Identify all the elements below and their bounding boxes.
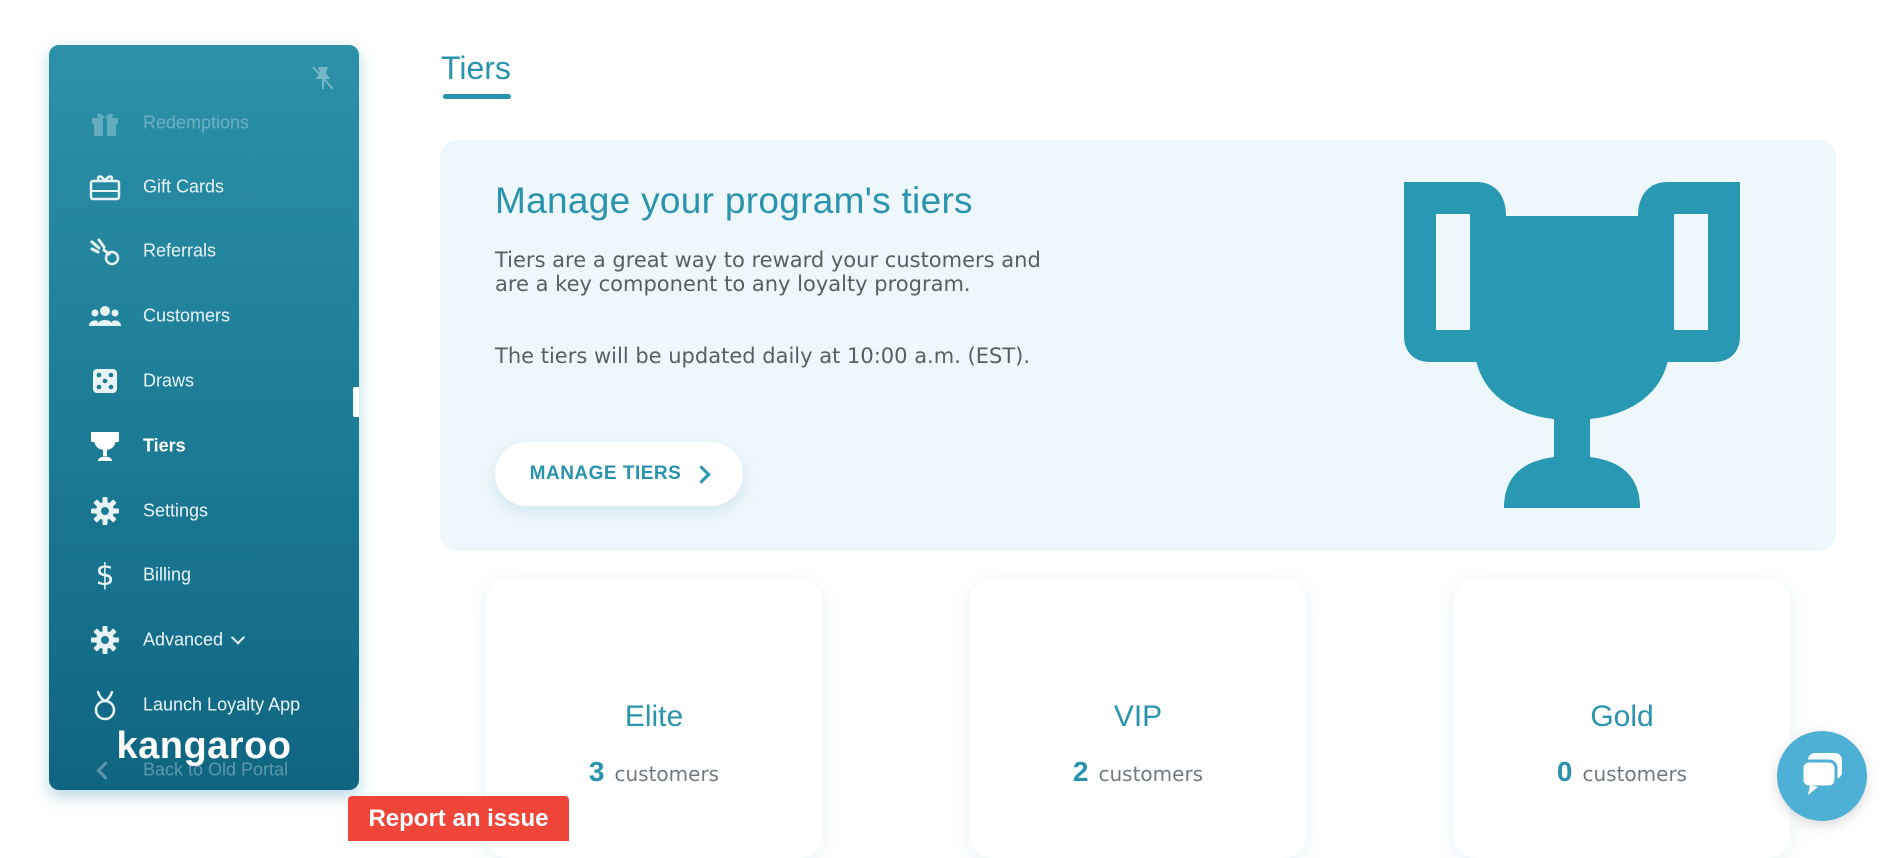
sidebar-item-launch-loyalty-app[interactable]: Launch Loyalty App (49, 680, 359, 730)
advanced-label: Advanced (143, 629, 224, 650)
sidebar-item-label: Settings (143, 500, 209, 521)
tier-count: 0 (1556, 756, 1573, 787)
sidebar-item-label: Billing (143, 564, 192, 585)
hero-title: Manage your program's tiers (495, 180, 973, 221)
tier-count: 2 (1072, 756, 1089, 787)
sidebar-item-label: Customers (143, 305, 231, 326)
gear-icon (89, 624, 121, 656)
manage-tiers-button[interactable]: MANAGE TIERS (495, 442, 743, 506)
sidebar-item-label: Redemptions (143, 112, 250, 133)
chat-icon (1798, 751, 1846, 801)
manage-tiers-label: MANAGE TIERS (529, 463, 682, 484)
sidebar-item-label: Draws (143, 370, 195, 391)
tiers-hero-card: Manage your program's tiers Tiers are a … (440, 140, 1836, 551)
referrals-icon (89, 235, 121, 267)
kangaroo-app-icon (89, 689, 121, 721)
active-indicator (353, 387, 359, 417)
users-icon (89, 300, 121, 332)
gift-card-icon (89, 171, 121, 203)
sidebar-item-gift-cards[interactable]: Gift Cards (49, 162, 359, 212)
tier-unit: customers (1098, 762, 1204, 786)
tier-card-vip[interactable]: VIP 2 customers (970, 578, 1306, 858)
sidebar-item-draws[interactable]: Draws (49, 356, 359, 406)
sidebar-item-referrals[interactable]: Referrals (49, 226, 359, 276)
sidebar-item-settings[interactable]: Settings (49, 486, 359, 536)
sidebar-item-customers[interactable]: Customers (49, 291, 359, 341)
tier-customer-count: 3 customers (486, 756, 822, 788)
trophy-icon (89, 430, 121, 462)
gear-icon (89, 495, 121, 527)
kangaroo-logo: kangaroo (116, 725, 292, 767)
sidebar-item-tiers[interactable]: Tiers (49, 421, 359, 471)
tier-unit: customers (614, 762, 720, 786)
hero-description: Tiers are a great way to reward your cus… (495, 248, 1041, 296)
chat-launcher-button[interactable] (1777, 731, 1867, 821)
sidebar-item-billing[interactable]: $ Billing (49, 550, 359, 600)
sidebar-item-label: Launch Loyalty App (143, 694, 301, 715)
tier-card-gold[interactable]: Gold 0 customers (1454, 578, 1790, 858)
sidebar-item-advanced[interactable]: Advanced (49, 615, 359, 665)
sidebar: Redemptions Gift Cards Referrals Custome… (49, 45, 359, 790)
sidebar-item-label: Tiers (143, 435, 186, 456)
tier-name: Elite (624, 700, 684, 733)
sidebar-item-label: Advanced (143, 629, 246, 651)
tier-unit: customers (1582, 762, 1688, 786)
title-underline (443, 94, 511, 99)
tier-name: VIP (1113, 700, 1163, 733)
trophy-icon (1404, 182, 1740, 512)
chevron-down-icon (230, 630, 246, 645)
page-title: Tiers (441, 50, 511, 86)
dollar-icon: $ (95, 557, 115, 593)
report-issue-button[interactable]: Report an issue (348, 796, 569, 841)
tier-name: Gold (1590, 700, 1654, 733)
unpin-icon[interactable] (311, 65, 335, 95)
dice-icon (89, 365, 121, 397)
tier-count: 3 (588, 756, 605, 787)
chevron-right-icon (692, 464, 712, 484)
tier-customer-count: 2 customers (970, 756, 1306, 788)
hero-update-note: The tiers will be updated daily at 10:00… (495, 344, 1031, 368)
sidebar-item-redemptions[interactable]: Redemptions (49, 98, 359, 148)
tier-customer-count: 0 customers (1454, 756, 1790, 788)
sidebar-item-label: Gift Cards (143, 176, 225, 197)
gift-icon (89, 107, 121, 139)
sidebar-item-label: Referrals (143, 240, 217, 261)
